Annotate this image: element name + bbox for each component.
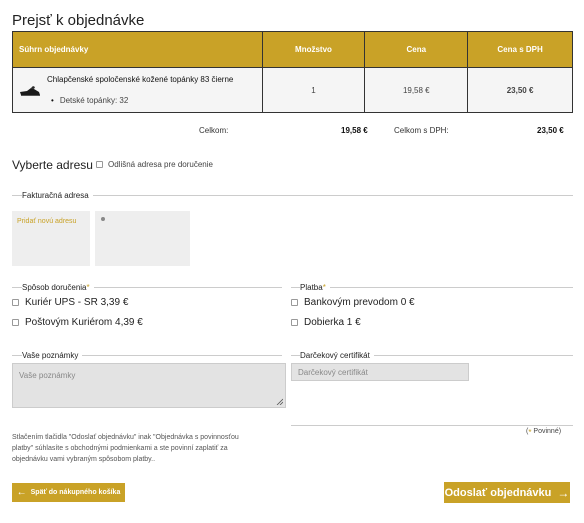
shipping-ups-label: Kuriér UPS - SR 3,39 €	[25, 297, 129, 308]
product-image[interactable]	[19, 79, 41, 101]
submit-order-button[interactable]: Odoslať objednávku →	[444, 482, 570, 503]
total-value: 19,58 €	[341, 126, 368, 135]
arrow-right-icon: →	[557, 485, 570, 500]
col-price: Cena	[364, 31, 469, 68]
payment-cod-label: Dobierka 1 €	[304, 317, 361, 328]
table-row: Chlapčenské spoločenské kožené topánky 8…	[12, 67, 573, 113]
add-address-card[interactable]: Pridať novú adresu	[12, 211, 90, 266]
shipping-option-ups[interactable]: Kuriér UPS - SR 3,39 €	[12, 297, 128, 308]
product-cell: Chlapčenské spoločenské kožené topánky 8…	[12, 67, 263, 113]
shipping-legend: Spôsob doručenia*	[22, 283, 94, 292]
shipping-post-label: Poštovým Kuriérom 4,39 €	[25, 317, 143, 328]
address-radio[interactable]	[101, 217, 105, 221]
billing-divider	[12, 195, 573, 196]
table-header-row: Súhrn objednávky Množstvo Cena Cena s DP…	[12, 31, 573, 68]
different-delivery-checkbox[interactable]	[96, 161, 103, 168]
total-vat-value: 23,50 €	[537, 126, 564, 135]
product-name[interactable]: Chlapčenské spoločenské kožené topánky 8…	[47, 75, 233, 84]
payment-option-bank[interactable]: Bankovým prevodom 0 €	[291, 297, 415, 308]
order-summary-table: Súhrn objednávky Množstvo Cena Cena s DP…	[12, 31, 573, 113]
col-quantity: Množstvo	[261, 31, 366, 68]
terms-text: Stlačením tlačidla "Odoslať objednávku" …	[12, 434, 239, 463]
bottom-divider	[291, 425, 573, 426]
payment-cod-checkbox[interactable]	[291, 319, 298, 326]
price-cell: 19,58 €	[364, 67, 469, 113]
price-vat-cell: 23,50 €	[467, 67, 573, 113]
shipping-post-checkbox[interactable]	[12, 319, 19, 326]
payment-option-cod[interactable]: Dobierka 1 €	[291, 317, 361, 328]
submit-order-label: Odoslať objednávku	[444, 486, 552, 499]
different-delivery-option[interactable]: Odlišná adresa pre doručenie	[96, 160, 213, 169]
shipping-option-post[interactable]: Poštovým Kuriérom 4,39 €	[12, 317, 143, 328]
total-label: Celkom:	[199, 126, 229, 135]
product-attribute: Detské topánky: 32	[51, 96, 233, 105]
payment-bank-label: Bankovým prevodom 0 €	[304, 297, 415, 308]
total-vat-label: Celkom s DPH:	[394, 126, 449, 135]
col-summary: Súhrn objednávky	[12, 31, 263, 68]
notes-legend: Vaše poznámky	[22, 351, 83, 360]
back-to-cart-button[interactable]: ← Späť do nákupného košíka	[12, 483, 125, 502]
payment-bank-checkbox[interactable]	[291, 299, 298, 306]
payment-divider	[291, 287, 573, 288]
gift-legend: Darčekový certifikát	[300, 351, 374, 360]
resize-handle-icon[interactable]	[276, 398, 283, 405]
notes-textarea[interactable]: Vaše poznámky	[12, 363, 286, 408]
saved-address-card[interactable]	[95, 211, 190, 266]
gift-certificate-input[interactable]: Darčekový certifikát	[291, 363, 469, 381]
shipping-ups-checkbox[interactable]	[12, 299, 19, 306]
mandatory-note: (* Povinné)	[526, 428, 562, 437]
address-title: Vyberte adresu	[12, 158, 93, 172]
different-delivery-label: Odlišná adresa pre doručenie	[108, 160, 213, 169]
quantity-cell: 1	[261, 67, 366, 113]
page-title: Prejsť k objednávke	[12, 12, 145, 29]
billing-legend: Fakturačná adresa	[22, 191, 93, 200]
payment-legend: Platba*	[300, 283, 330, 292]
col-price-vat: Cena s DPH	[467, 31, 573, 68]
arrow-left-icon: ←	[16, 487, 27, 498]
back-to-cart-label: Späť do nákupného košíka	[30, 489, 121, 496]
